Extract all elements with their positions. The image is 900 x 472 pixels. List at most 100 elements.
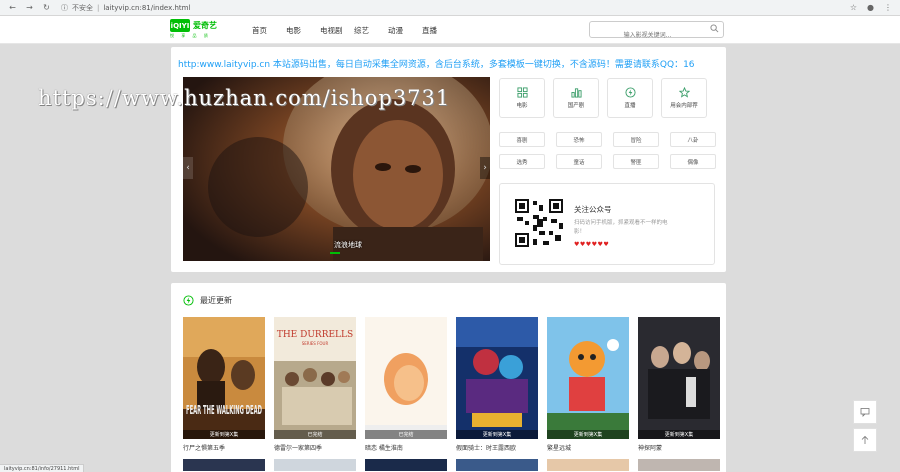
poster-image: THE DURRELLS SERIES FOUR <box>274 317 356 439</box>
logo-text: 爱奇艺 <box>193 21 217 30</box>
poster-item[interactable]: 更新到第X集 假面骑士：时王露西欧 <box>456 317 538 452</box>
bookmark-star-icon[interactable]: ☆ <box>850 3 857 12</box>
browser-toolbar: ← → ↻ ⓘ 不安全 | laityvip.cn:81/index.html … <box>0 0 900 16</box>
poster-item[interactable]: THE DURRELLS SERIES FOUR 已完结 德雷尔一家第四季 <box>274 317 356 452</box>
lightning-icon <box>624 87 636 98</box>
category-tile-live[interactable]: 直播 <box>607 78 653 118</box>
arrow-up-icon <box>861 435 869 444</box>
nav-live[interactable]: 直播 <box>422 25 456 36</box>
tag-horror[interactable]: 恐怖 <box>556 132 602 147</box>
poster-title[interactable]: 暗恋 橘生淮南 <box>365 443 447 452</box>
episode-badge: 已完结 <box>365 430 447 439</box>
tag-idol[interactable]: 偶像 <box>670 154 716 169</box>
star-icon <box>678 87 690 98</box>
episode-badge: 更新到第X集 <box>183 430 265 439</box>
main-nav: 首页 电影 电视剧 综艺 动漫 直播 <box>252 25 456 36</box>
poster-title[interactable]: 假面骑士：时王露西欧 <box>456 443 538 452</box>
announcement-marquee: http:www.laityvip.cn 本站源码出售，每日自动采集全网资源，含… <box>178 60 695 70</box>
logo-badge: iQIYI <box>170 19 190 32</box>
poster-list-second-row <box>183 459 720 471</box>
poster-image <box>547 317 629 439</box>
nav-anime[interactable]: 动漫 <box>388 25 422 36</box>
qr-code-icon <box>513 197 565 249</box>
search-input[interactable] <box>590 28 705 43</box>
back-icon[interactable]: ← <box>8 3 17 12</box>
search-box <box>589 21 724 43</box>
episode-badge: 已完结 <box>274 430 356 439</box>
url-text[interactable]: laityvip.cn:81/index.html <box>103 4 190 12</box>
poster-item[interactable] <box>274 459 356 471</box>
episode-badge: 更新到第X集 <box>456 430 538 439</box>
heart-rating-icon: ♥♥♥♥♥♥ <box>574 241 610 248</box>
tag-adventure[interactable]: 冒险 <box>613 132 659 147</box>
recent-updates-header: 最近更新 <box>183 295 232 306</box>
slider-indicator[interactable] <box>330 252 340 254</box>
nav-home[interactable]: 首页 <box>252 25 286 36</box>
info-icon: ⓘ <box>61 3 68 12</box>
feedback-button[interactable] <box>853 400 877 424</box>
tag-crime[interactable]: 警匪 <box>613 154 659 169</box>
poster-item[interactable] <box>547 459 629 471</box>
category-label: 直播 <box>624 103 636 109</box>
category-label: 国产剧 <box>567 103 585 109</box>
wechat-title: 关注公众号 <box>574 205 612 214</box>
poster-image <box>456 317 538 439</box>
lightning-icon <box>183 295 194 306</box>
category-label: 用会内部荐 <box>670 103 698 109</box>
category-tiles: 电影 国产剧 直播 用会内部荐 <box>499 78 707 118</box>
tag-talent-show[interactable]: 选秀 <box>499 154 545 169</box>
poster-item[interactable]: FEAR THE WALKING DEAD 更新到第X集 行尸之惧第五季 <box>183 317 265 452</box>
featured-panel: http:www.laityvip.cn 本站源码出售，每日自动采集全网资源，含… <box>171 47 726 272</box>
category-tile-recommend[interactable]: 用会内部荐 <box>661 78 707 118</box>
back-to-top-button[interactable] <box>853 428 877 452</box>
logo-slogan: 悦 享 品 质 <box>170 33 211 38</box>
nav-tv[interactable]: 电视剧 <box>320 25 354 36</box>
insecure-label: 不安全 <box>72 3 93 12</box>
address-separator: | <box>97 3 100 12</box>
tag-gossip[interactable]: 八卦 <box>670 132 716 147</box>
poster-item[interactable] <box>456 459 538 471</box>
poster-item[interactable]: 更新到第X集 繁星远城 <box>547 317 629 452</box>
nav-movies[interactable]: 电影 <box>286 25 320 36</box>
poster-image <box>365 317 447 439</box>
category-tile-domestic[interactable]: 国产剧 <box>553 78 599 118</box>
poster-title[interactable]: 行尸之惧第五季 <box>183 443 265 452</box>
site-logo[interactable]: iQIYI 爱奇艺 <box>170 19 217 32</box>
poster-image: FEAR THE WALKING DEAD <box>183 317 265 439</box>
watermark: https://www.huzhan.com/ishop3731 <box>38 86 451 110</box>
address-bar[interactable]: ⓘ 不安全 | laityvip.cn:81/index.html <box>61 3 190 13</box>
forward-icon[interactable]: → <box>25 3 34 12</box>
episode-badge: 更新到第X集 <box>638 430 720 439</box>
browser-status-bar: laityvip.cn:81/info/27911.html <box>0 464 85 472</box>
grid-icon <box>516 87 528 98</box>
chat-icon <box>860 408 870 417</box>
poster-subtitle-text: SERIES FOUR <box>302 341 329 346</box>
tag-comedy[interactable]: 喜剧 <box>499 132 545 147</box>
category-label: 电影 <box>516 103 528 109</box>
poster-item[interactable] <box>183 459 265 471</box>
wechat-follow-card: 关注公众号 扫码访问手机版，抓紧观看不一样的电影！ ♥♥♥♥♥♥ <box>499 183 715 265</box>
poster-list: FEAR THE WALKING DEAD 更新到第X集 行尸之惧第五季 THE… <box>183 317 720 452</box>
nav-variety[interactable]: 综艺 <box>354 25 388 36</box>
slider-next-icon[interactable]: › <box>480 157 490 179</box>
category-tile-movies[interactable]: 电影 <box>499 78 545 118</box>
slider-prev-icon[interactable]: ‹ <box>183 157 193 179</box>
search-icon[interactable] <box>710 24 719 33</box>
poster-image <box>638 317 720 439</box>
poster-item[interactable] <box>638 459 720 471</box>
bar-chart-icon <box>570 88 582 98</box>
wechat-description: 扫码访问手机版，抓紧观看不一样的电影！ <box>574 220 668 235</box>
reload-icon[interactable]: ↻ <box>42 3 51 12</box>
section-title: 最近更新 <box>200 296 232 305</box>
menu-icon[interactable]: ⋮ <box>884 3 892 12</box>
poster-item[interactable]: 更新到第X集 神探阿蒙 <box>638 317 720 452</box>
poster-title[interactable]: 繁星远城 <box>547 443 629 452</box>
poster-item[interactable]: 已完结 暗恋 橘生淮南 <box>365 317 447 452</box>
poster-title[interactable]: 德雷尔一家第四季 <box>274 443 356 452</box>
profile-icon[interactable]: ● <box>867 3 874 12</box>
poster-item[interactable] <box>365 459 447 471</box>
slider-title[interactable]: 流浪地球 <box>334 240 362 250</box>
poster-title[interactable]: 神探阿蒙 <box>638 443 720 452</box>
poster-title-text: THE DURRELLS <box>277 330 353 340</box>
tag-fairy-tale[interactable]: 童话 <box>556 154 602 169</box>
